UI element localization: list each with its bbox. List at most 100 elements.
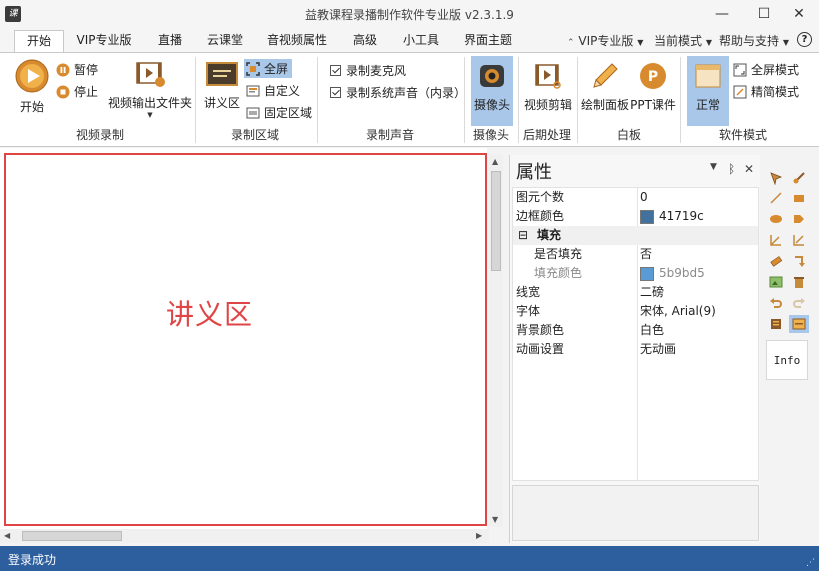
tab-advanced[interactable]: 高级: [345, 30, 385, 52]
property-key: 字体: [516, 304, 541, 318]
resize-grip-icon[interactable]: ⋰: [806, 558, 815, 568]
fixed-area-button[interactable]: 固定区域: [246, 104, 312, 121]
compact-mode-button[interactable]: 精简模式: [733, 83, 799, 100]
pencil-icon: [593, 63, 618, 88]
tab-tools[interactable]: 小工具: [398, 30, 444, 52]
undo-icon[interactable]: [766, 294, 786, 312]
video-edit-button[interactable]: 视频剪辑: [522, 61, 574, 113]
normal-mode-button[interactable]: 正常: [688, 61, 728, 113]
polyline-icon[interactable]: [789, 231, 809, 249]
eraser-icon[interactable]: [766, 252, 786, 270]
title-bar: 课 益教课程录播制作软件专业版 v2.3.1.9 — ☐ ✕: [0, 0, 819, 28]
dropdown-arrow-icon[interactable]: ▼: [710, 162, 717, 172]
group-label-post: 后期处理: [522, 128, 571, 142]
angle-icon[interactable]: [766, 231, 786, 249]
property-row[interactable]: 背景颜色 白色: [513, 321, 758, 340]
handout-area-button[interactable]: 讲义区: [202, 61, 242, 111]
scroll-up-icon[interactable]: ▲: [492, 157, 498, 167]
canvas-label: 讲义区: [166, 298, 254, 331]
tab-theme[interactable]: 界面主题: [460, 30, 516, 52]
scroll-thumb[interactable]: [22, 531, 122, 541]
tab-vip[interactable]: VIP专业版: [72, 30, 136, 52]
fullscreen-area-button[interactable]: 全屏: [246, 60, 288, 77]
property-row[interactable]: 图元个数 0: [513, 188, 758, 207]
text-box-icon[interactable]: [789, 315, 809, 333]
group-separator: [317, 57, 318, 143]
pin-icon[interactable]: ᛒ: [728, 162, 735, 176]
draw-panel-button[interactable]: 绘制面板: [581, 61, 629, 113]
fullscreen-label: 全屏: [264, 62, 289, 76]
fixed-area-label: 固定区域: [264, 106, 313, 120]
scroll-thumb[interactable]: [491, 171, 501, 271]
tab-cloud-classroom[interactable]: 云课堂: [200, 30, 250, 52]
tab-av-properties[interactable]: 音视频属性: [264, 30, 330, 52]
pause-button[interactable]: 暂停: [56, 61, 98, 78]
brush-icon[interactable]: [789, 169, 809, 187]
close-button[interactable]: ✕: [782, 0, 816, 28]
vertical-scrollbar[interactable]: ▲ ▼: [489, 155, 503, 527]
dropdown-arrow-icon: ▼: [637, 38, 644, 47]
group-label-record-area: 录制区域: [230, 128, 279, 142]
shapes-icon[interactable]: [789, 210, 809, 228]
property-value: 白色: [640, 323, 665, 337]
window-title: 益教课程录播制作软件专业版 v2.3.1.9: [305, 8, 514, 22]
property-row[interactable]: 是否填充 否: [513, 245, 758, 264]
window-icon: [695, 64, 721, 88]
property-key: 图元个数: [516, 190, 565, 204]
close-icon[interactable]: ✕: [744, 162, 754, 176]
group-label-video-record: 视频录制: [75, 128, 124, 142]
vip-menu-label: VIP专业版: [578, 34, 634, 48]
scroll-down-icon[interactable]: ▼: [492, 515, 498, 525]
redo-icon[interactable]: [789, 294, 809, 312]
record-system-sound-checkbox[interactable]: 录制系统声音（内录）: [330, 84, 466, 101]
trash-icon[interactable]: [789, 273, 809, 291]
drawing-toolbar: Info: [762, 155, 819, 543]
property-value-text: 41719c: [659, 209, 704, 223]
minimize-button[interactable]: —: [705, 0, 739, 28]
collapse-icon[interactable]: ⊟: [518, 226, 528, 245]
fullscreen-mode-button[interactable]: 全屏模式: [733, 61, 799, 78]
property-grid[interactable]: 图元个数 0 边框颜色 41719c ⊟ 填充 是否填充 否 填充颜色 5b9b…: [512, 187, 759, 481]
info-button[interactable]: Info: [766, 340, 808, 380]
property-row[interactable]: 动画设置 无动画: [513, 340, 758, 359]
custom-area-button[interactable]: 自定义: [246, 82, 300, 99]
group-label-camera: 摄像头: [472, 128, 509, 142]
mode-menu[interactable]: 当前模式 ▼: [654, 32, 712, 49]
draw-panel-label: 绘制面板: [581, 98, 630, 112]
select-arrow-icon[interactable]: [766, 169, 786, 187]
video-output-folder-button[interactable]: 视频输出文件夹 ▼: [108, 59, 192, 119]
stop-button[interactable]: 停止: [56, 83, 98, 100]
scroll-right-icon[interactable]: ▶: [476, 531, 482, 541]
camera-button[interactable]: 摄像头: [472, 61, 512, 113]
fixed-area-icon: [246, 107, 260, 118]
property-value: 宋体, Arial(9): [640, 304, 716, 318]
scroll-left-icon[interactable]: ◀: [4, 531, 10, 541]
tab-live[interactable]: 直播: [150, 30, 190, 52]
image-insert-icon[interactable]: [766, 273, 786, 291]
vip-menu[interactable]: ⌃ VIP专业版 ▼: [567, 32, 643, 49]
ppt-courseware-button[interactable]: P PPT课件: [630, 61, 676, 113]
record-mic-checkbox[interactable]: 录制麦克风: [330, 62, 406, 79]
property-category[interactable]: ⊟ 填充: [513, 226, 758, 245]
handout-canvas[interactable]: 讲义区: [4, 153, 487, 526]
line-icon[interactable]: [766, 189, 786, 207]
ellipse-icon[interactable]: [766, 210, 786, 228]
maximize-button[interactable]: ☐: [747, 0, 781, 28]
property-row[interactable]: 填充颜色 5b9bd5: [513, 264, 758, 283]
help-menu[interactable]: 帮助与支持 ▼: [719, 32, 789, 49]
property-row[interactable]: 线宽 二磅: [513, 283, 758, 302]
arrow-tool-icon[interactable]: [789, 252, 809, 270]
camera-label: 摄像头: [473, 98, 510, 112]
property-row[interactable]: 字体 宋体, Arial(9): [513, 302, 758, 321]
help-icon[interactable]: ?: [797, 32, 812, 47]
property-key: 是否填充: [534, 247, 583, 261]
record-system-sound-label: 录制系统声音（内录）: [346, 86, 467, 100]
tab-start[interactable]: 开始: [14, 30, 64, 53]
horizontal-scrollbar[interactable]: ◀ ▶: [0, 529, 489, 543]
canvas-area[interactable]: 讲义区: [0, 148, 487, 529]
status-text: 登录成功: [8, 553, 57, 567]
start-record-button[interactable]: 开始: [12, 59, 52, 115]
property-row[interactable]: 边框颜色 41719c: [513, 207, 758, 226]
layers-icon[interactable]: [766, 315, 786, 333]
rectangle-icon[interactable]: [789, 189, 809, 207]
